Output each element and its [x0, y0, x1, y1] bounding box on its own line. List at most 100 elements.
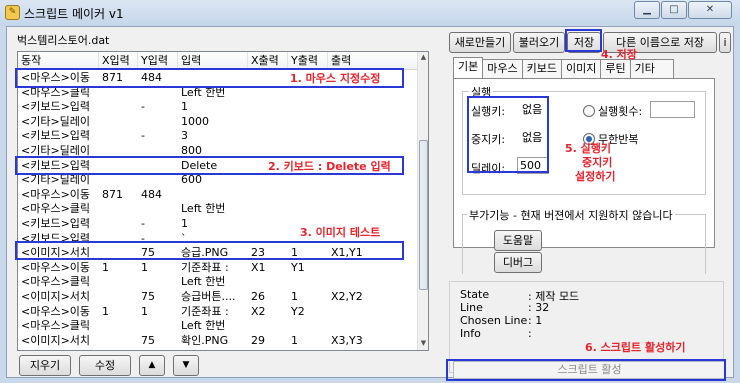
table-cell: 1	[102, 304, 109, 318]
tab-keyboard[interactable]: 키보드	[521, 59, 562, 78]
table-cell	[99, 217, 138, 232]
table-cell: 1	[102, 260, 109, 274]
table-cell	[328, 202, 418, 217]
table-cell: 600	[181, 173, 202, 187]
table-cell: <기타>딜레이	[21, 114, 91, 128]
table-cell	[328, 100, 418, 115]
table-row[interactable]: <키보드>입력 - 3	[18, 129, 418, 144]
highlight-run-keys	[467, 96, 549, 173]
table-cell: -	[141, 216, 145, 230]
maximize-icon[interactable]: □	[661, 1, 687, 19]
delete-button[interactable]: 지우기	[19, 355, 71, 376]
scroll-up-icon[interactable]: ▲	[419, 53, 428, 63]
table-row[interactable]: <키보드>입력 - 1	[18, 100, 418, 115]
table-cell: Left 한번	[181, 202, 226, 216]
table-cell	[138, 275, 178, 290]
info-value: :	[528, 327, 532, 340]
table-cell	[288, 319, 328, 334]
table-cell: 1	[181, 216, 188, 230]
table-cell: 484	[141, 187, 162, 201]
table-cell	[328, 261, 418, 276]
run-count-option[interactable]: 실행횟수:	[583, 103, 642, 119]
table-cell	[328, 305, 418, 320]
table-row[interactable]: <기타>딜레이 1000	[18, 115, 418, 130]
table-cell: <마우스>이동	[21, 260, 91, 274]
table-row[interactable]: <마우스>이동 1 1 기준좌표 : X1 Y1	[18, 261, 418, 276]
run-count-radio[interactable]	[583, 105, 595, 117]
window-title: 스크립트 메이커 v1	[24, 7, 124, 21]
table-row[interactable]: <이미지>서치 75 승급버튼.... 26 1 X2,Y2	[18, 290, 418, 305]
table-row[interactable]: <이미지>서치 75 확인.PNG 29 1 X3,Y3	[18, 334, 418, 349]
table-cell: <키보드>입력	[21, 100, 91, 114]
table-cell	[248, 173, 288, 188]
table-cell	[248, 188, 288, 203]
table-cell: <마우스>클릭	[21, 319, 91, 333]
table-row[interactable]: <마우스>클릭 Left 한번	[18, 319, 418, 334]
table-cell: 1	[141, 304, 148, 318]
table-cell	[138, 202, 178, 217]
table-cell	[288, 275, 328, 290]
table-cell: Left 한번	[181, 275, 226, 289]
move-up-button[interactable]: ▲	[139, 355, 165, 376]
close-icon[interactable]: ✕	[688, 1, 732, 19]
table-cell	[99, 173, 138, 188]
table-cell: <키보드>입력	[21, 129, 91, 143]
info-button[interactable]: i	[719, 32, 731, 53]
annotation-4: 4. 저장	[601, 48, 637, 61]
table-cell	[138, 173, 178, 188]
table-cell: <이미지>서치	[21, 289, 91, 303]
highlight-save-button	[565, 29, 602, 52]
new-button[interactable]: 새로만들기	[449, 32, 511, 53]
move-down-button[interactable]: ▼	[173, 355, 199, 376]
debug-button[interactable]: 디버그	[494, 252, 542, 273]
highlight-image-row	[15, 241, 404, 260]
table-cell	[328, 319, 418, 334]
table-cell	[328, 129, 418, 144]
table-cell	[248, 129, 288, 144]
table-cell	[99, 290, 138, 305]
table-row[interactable]: <마우스>클릭 Left 한번	[18, 202, 418, 217]
table-cell: 1	[141, 260, 148, 274]
table-row[interactable]: <마우스>이동 871 484	[18, 188, 418, 203]
annotation-5-line3: 설정하기	[575, 170, 616, 183]
table-actions: 지우기 수정 ▲ ▼	[19, 355, 199, 376]
tab-mouse[interactable]: 마우스	[482, 59, 523, 78]
load-button[interactable]: 불러오기	[513, 32, 565, 53]
title-bar: ✎ 스크립트 메이커 v1 ▁ □ ✕	[0, 0, 740, 26]
table-row[interactable]: <기타>딜레이 600	[18, 173, 418, 188]
table-cell	[288, 173, 328, 188]
scroll-thumb[interactable]	[419, 140, 428, 290]
table-cell	[288, 202, 328, 217]
table-row[interactable]: <마우스>클릭 Left 한번	[18, 275, 418, 290]
table-cell: Y2	[291, 304, 305, 318]
table-cell: X1	[251, 260, 266, 274]
table-cell	[328, 115, 418, 130]
help-button[interactable]: 도움말	[494, 230, 542, 251]
scroll-down-icon[interactable]: ▼	[419, 339, 428, 349]
table-cell	[288, 188, 328, 203]
table-scrollbar[interactable]: ▲ ▼	[417, 52, 428, 350]
table-cell: <마우스>이동	[21, 187, 91, 201]
table-cell: <키보드>입력	[21, 216, 91, 230]
table-cell	[138, 319, 178, 334]
table-cell	[328, 173, 418, 188]
table-cell: 확인.PNG	[181, 333, 229, 347]
table-cell	[328, 275, 418, 290]
tab-image[interactable]: 이미지	[561, 59, 602, 78]
highlight-activate	[446, 359, 726, 381]
tab-basic[interactable]: 기본	[453, 57, 484, 78]
edit-button[interactable]: 수정	[79, 355, 131, 376]
run-count-field[interactable]	[650, 101, 695, 118]
run-count-label: 실행횟수:	[598, 105, 643, 118]
script-table[interactable]: 동작 X입력 Y입력 입력 X출력 Y출력 출력 <마우스>이동 871 484 <마…	[17, 51, 429, 351]
table-row[interactable]: <마우스>이동 1 1 기준좌표 : X2 Y2	[18, 305, 418, 320]
file-name-label: 벅스템리스토어.dat	[17, 34, 110, 47]
table-cell: 1	[291, 289, 298, 303]
table-cell	[248, 217, 288, 232]
table-cell	[248, 100, 288, 115]
table-cell	[99, 129, 138, 144]
minimize-icon[interactable]: ▁	[634, 1, 660, 19]
table-cell: -	[141, 100, 145, 114]
table-cell	[99, 319, 138, 334]
table-cell	[288, 129, 328, 144]
